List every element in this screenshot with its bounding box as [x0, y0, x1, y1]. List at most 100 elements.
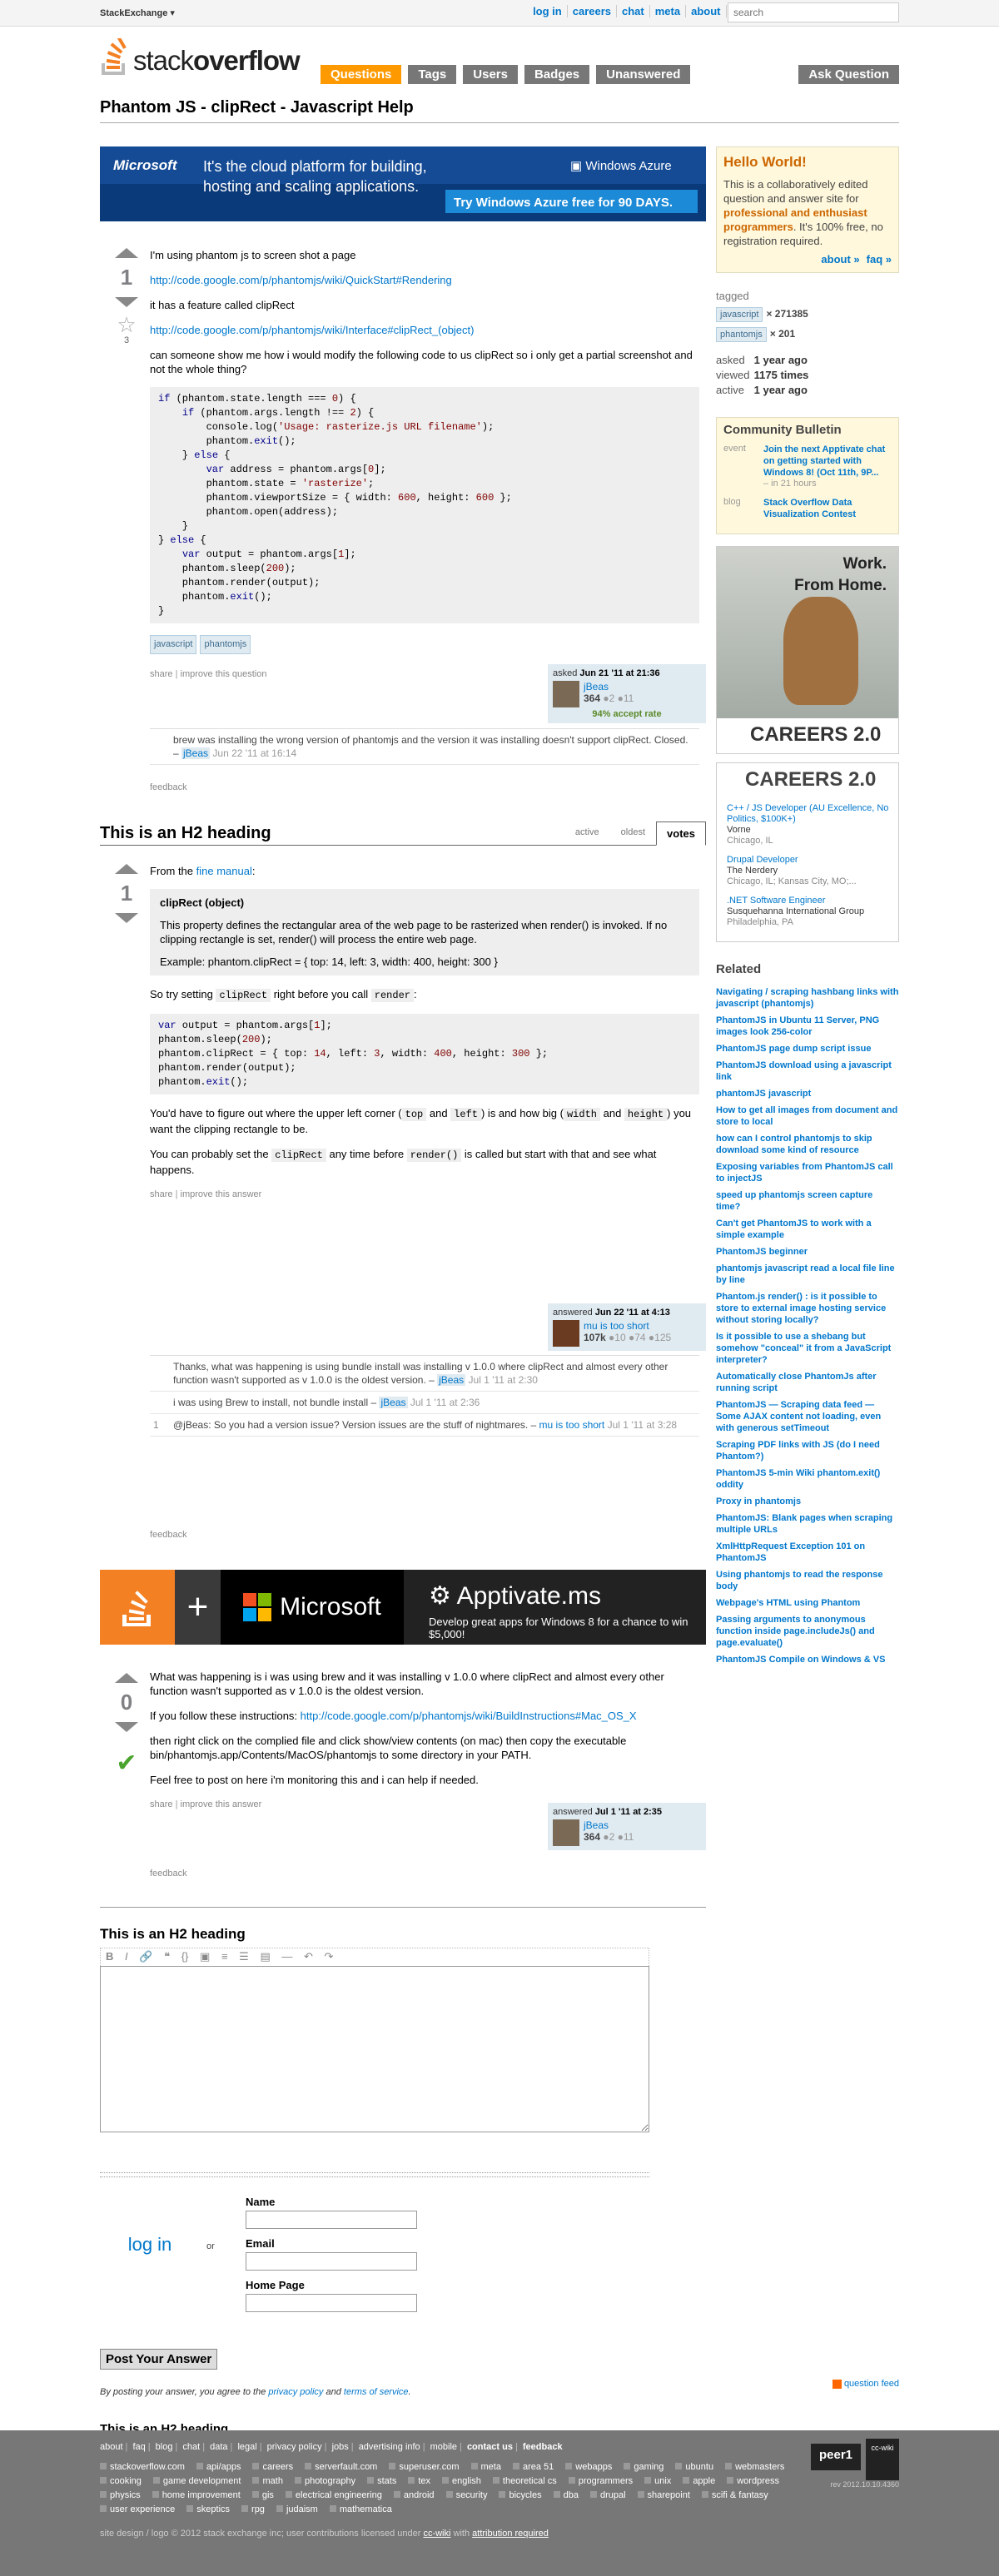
tag-javascript[interactable]: javascript [716, 307, 763, 322]
image-icon[interactable]: ▣ [200, 1950, 210, 1963]
job-listing[interactable]: .NET Software Engineer Susquehanna Intern… [723, 896, 892, 928]
tag-javascript[interactable]: javascript [150, 635, 197, 654]
site-link[interactable]: drupal [590, 2489, 626, 2503]
post-answer-button[interactable]: Post Your Answer [100, 2349, 218, 2370]
nav-unanswered[interactable]: Unanswered [596, 65, 691, 84]
site-link[interactable]: stackoverflow.com [100, 2460, 185, 2474]
site-link[interactable]: sharepoint [638, 2489, 690, 2503]
nav-users[interactable]: Users [463, 65, 518, 84]
related-link[interactable]: PhantomJS: Blank pages when scraping mul… [716, 1512, 899, 1536]
footer-chat[interactable]: chat [182, 2442, 200, 2452]
site-link[interactable]: gaming [624, 2460, 664, 2474]
site-link[interactable]: android [394, 2489, 435, 2503]
site-link[interactable]: programmers [569, 2474, 633, 2489]
site-link[interactable]: tex [408, 2474, 430, 2489]
bulletin-event-link[interactable]: Join the next Apptivate chat on getting … [763, 444, 885, 478]
related-link[interactable]: phantomJS javascript [716, 1088, 899, 1099]
improve-answer-link[interactable]: improve this answer [181, 1799, 262, 1809]
attribution-link[interactable]: attribution required [472, 2529, 549, 2539]
answer1-feedback-link[interactable]: feedback [150, 1530, 187, 1540]
job-listing[interactable]: Drupal Developer The Nerdery Chicago, IL; … [723, 855, 892, 887]
avatar[interactable] [553, 1819, 579, 1846]
related-link[interactable]: Exposing variables from PhantomJS call t… [716, 1161, 899, 1184]
site-link[interactable]: home improvement [152, 2489, 241, 2503]
tab-oldest[interactable]: oldest [610, 821, 656, 846]
related-link[interactable]: Phantom.js render() : is it possible to … [716, 1291, 899, 1326]
related-link[interactable]: Using phantomjs to read the response bod… [716, 1569, 899, 1592]
ask-question-button[interactable]: Ask Question [798, 65, 899, 84]
site-link[interactable]: game development [153, 2474, 241, 2489]
site-link[interactable]: english [442, 2474, 481, 2489]
footer-privacy[interactable]: privacy policy [267, 2442, 322, 2452]
related-link[interactable]: PhantomJS in Ubuntu 11 Server, PNG image… [716, 1015, 899, 1038]
site-link[interactable]: rpg [241, 2503, 265, 2517]
ccwiki-badge[interactable]: cc-wiki [866, 2439, 899, 2480]
vote-up-icon[interactable] [115, 248, 138, 258]
site-link[interactable]: wordpress [727, 2474, 779, 2489]
privacy-link[interactable]: privacy policy [268, 2387, 323, 2397]
tag-phantomjs[interactable]: phantomjs [716, 327, 767, 342]
comment-user-link[interactable]: jBeas [379, 1397, 408, 1408]
site-link[interactable]: meta [471, 2460, 501, 2474]
bulletin-blog-link[interactable]: Stack Overflow Data Visualization Contes… [763, 498, 856, 519]
vote-up-icon[interactable] [115, 1673, 138, 1683]
site-link[interactable]: apple [683, 2474, 715, 2489]
site-link[interactable]: superuser.com [389, 2460, 459, 2474]
share-link[interactable]: share [150, 1799, 173, 1809]
quickstart-link[interactable]: http://code.google.com/p/phantomjs/wiki/… [150, 274, 452, 286]
question-feedback-link[interactable]: feedback [150, 782, 187, 792]
site-link[interactable]: stats [367, 2474, 396, 2489]
tag-phantomjs[interactable]: phantomjs [200, 635, 251, 654]
question-title-link[interactable]: Phantom JS - clipRect - Javascript Help [100, 98, 414, 117]
careers-link[interactable]: careers [568, 5, 618, 17]
comment-user-link[interactable]: mu is too short [539, 1419, 605, 1431]
footer-legal[interactable]: legal [237, 2442, 256, 2452]
login-link[interactable]: log in [528, 5, 568, 17]
fine-manual-link[interactable]: fine manual [196, 865, 252, 877]
related-link[interactable]: Scraping PDF links with JS (do I need Ph… [716, 1439, 899, 1462]
avatar[interactable] [553, 1320, 579, 1347]
answer2-feedback-link[interactable]: feedback [150, 1869, 187, 1879]
search-input[interactable] [728, 2, 899, 22]
footer-jobs[interactable]: jobs [332, 2442, 349, 2452]
improve-answer-link[interactable]: improve this answer [181, 1189, 262, 1199]
footer-about[interactable]: about [100, 2442, 123, 2452]
user-link[interactable]: jBeas [584, 1819, 609, 1831]
footer-blog[interactable]: blog [156, 2442, 173, 2452]
answer-textarea[interactable] [100, 1966, 649, 2132]
stackoverflow-logo[interactable]: stackoverflow [100, 38, 301, 77]
related-link[interactable]: Automatically close PhantomJs after runn… [716, 1371, 899, 1394]
related-link[interactable]: PhantomJS — Scraping data feed — Some AJ… [716, 1399, 899, 1434]
meta-link[interactable]: meta [650, 5, 687, 17]
site-link[interactable]: api/apps [196, 2460, 241, 2474]
question-feed-link[interactable]: question feed [832, 2379, 899, 2389]
vote-down-icon[interactable] [115, 297, 138, 307]
site-link[interactable]: physics [100, 2489, 141, 2503]
site-link[interactable]: theoretical cs [493, 2474, 557, 2489]
undo-icon[interactable]: ↶ [304, 1950, 313, 1963]
email-field[interactable] [246, 2252, 417, 2271]
tab-votes[interactable]: votes [656, 821, 706, 846]
bullet-list-icon[interactable]: ☰ [239, 1950, 249, 1963]
job-listing[interactable]: C++ / JS Developer (AU Excellence, No Po… [723, 803, 892, 846]
comment-user-link[interactable]: jBeas [437, 1374, 466, 1386]
redo-icon[interactable]: ↷ [325, 1950, 334, 1963]
about-link[interactable]: about » [821, 253, 859, 266]
heading-icon[interactable]: ▤ [260, 1950, 270, 1963]
favorite-star-icon[interactable]: ☆ [110, 314, 143, 335]
site-link[interactable]: scifi & fantasy [702, 2489, 768, 2503]
share-link[interactable]: share [150, 1189, 173, 1199]
related-link[interactable]: Proxy in phantomjs [716, 1496, 899, 1507]
related-link[interactable]: PhantomJS Compile on Windows & VS [716, 1654, 899, 1665]
site-link[interactable]: area 51 [513, 2460, 554, 2474]
site-link[interactable]: ubuntu [675, 2460, 713, 2474]
related-link[interactable]: Is it possible to use a shebang but some… [716, 1331, 899, 1366]
site-link[interactable]: electrical engineering [286, 2489, 382, 2503]
avatar[interactable] [553, 681, 579, 707]
stackexchange-menu[interactable]: StackExchange ▾ [100, 7, 175, 18]
bold-icon[interactable]: B [106, 1950, 113, 1963]
nav-tags[interactable]: Tags [408, 65, 457, 84]
user-link[interactable]: mu is too short [584, 1320, 649, 1332]
link-icon[interactable]: 🔗 [139, 1950, 152, 1963]
about-link[interactable]: about [686, 5, 727, 17]
